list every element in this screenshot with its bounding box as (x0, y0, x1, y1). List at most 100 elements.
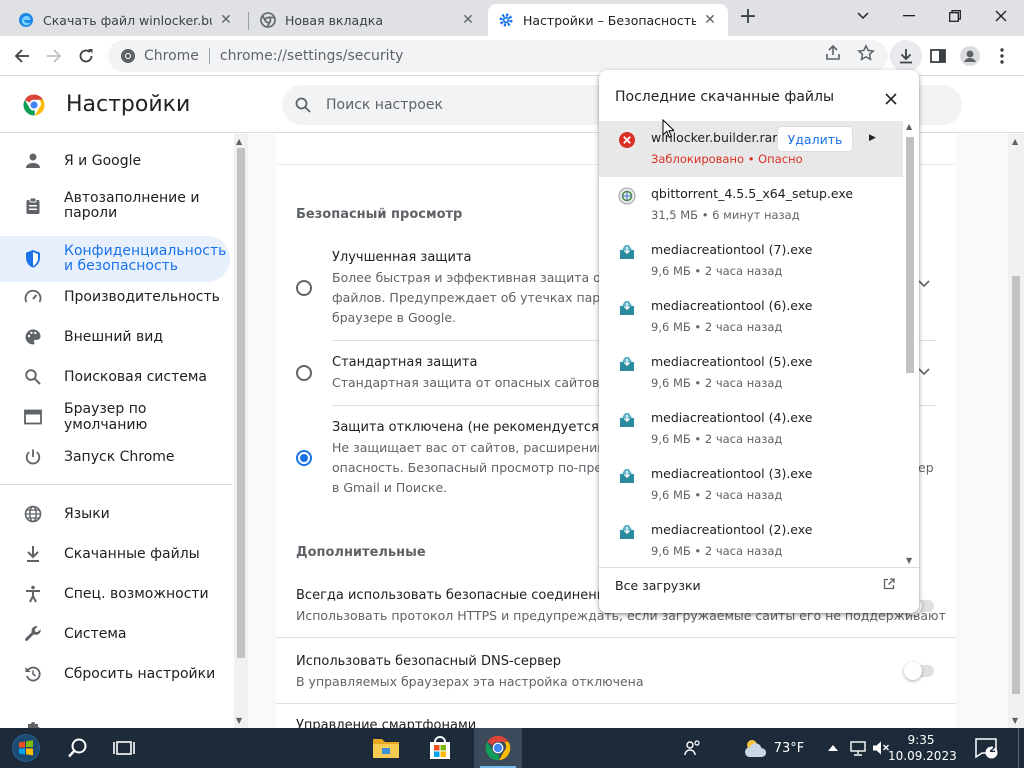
people-icon[interactable] (678, 728, 708, 768)
sidebar-item-label: Запуск Chrome (64, 449, 175, 465)
reset-icon (22, 663, 44, 685)
delete-button[interactable]: Удалить (777, 126, 853, 152)
site-info-chip[interactable]: Chrome (120, 48, 199, 64)
sidebar-item-label: Поисковая система (64, 369, 208, 385)
main-scrollbar[interactable]: ▲ ▼ (1008, 134, 1024, 728)
dns-setting-title: Использовать безопасный DNS-сервер (296, 654, 561, 669)
address-bar[interactable]: Chrome chrome://settings/security (108, 40, 888, 72)
radio-no-protection[interactable] (296, 450, 312, 466)
show-desktop-button[interactable] (1018, 728, 1024, 768)
scroll-up-arrow-icon[interactable]: ▲ (906, 122, 912, 131)
restore-button[interactable] (932, 0, 978, 32)
close-icon[interactable] (881, 89, 901, 109)
submenu-arrow-icon[interactable]: ▶ (869, 133, 876, 143)
download-file-name: mediacreationtool (2).exe (651, 522, 813, 537)
taskbar-search-icon[interactable] (56, 728, 100, 768)
sidebar-item-on-startup[interactable]: Запуск Chrome (0, 444, 230, 470)
microsoft-store-icon[interactable] (416, 728, 464, 768)
download-item[interactable]: mediacreationtool (7).exe 9,6 МБ • 2 час… (599, 233, 903, 289)
start-button[interactable] (0, 728, 52, 768)
scrollbar-thumb[interactable] (906, 137, 914, 373)
side-panel-button[interactable] (922, 40, 954, 72)
weather-widget[interactable]: 73°F (738, 728, 808, 768)
close-icon[interactable]: ✕ (218, 12, 234, 28)
new-tab-button[interactable]: + (735, 6, 761, 30)
download-item[interactable]: mediacreationtool (6).exe 9,6 МБ • 2 час… (599, 289, 903, 345)
sidebar-item-accessibility[interactable]: Спец. возможности (0, 581, 230, 607)
dns-setting-description: В управляемых браузерах эта настройка от… (296, 674, 644, 689)
tab-settings[interactable]: Настройки – Безопасность ✕ (488, 4, 728, 36)
downloads-button[interactable] (890, 40, 922, 72)
sidebar-item-appearance[interactable]: Внешний вид (0, 324, 230, 350)
tray-chevron-up-icon[interactable] (824, 728, 842, 768)
close-icon[interactable]: ✕ (460, 12, 476, 28)
action-center-icon[interactable]: 2 (966, 728, 1006, 768)
download-item[interactable]: mediacreationtool (4).exe 9,6 МБ • 2 час… (599, 401, 903, 457)
sidebar-item-downloads[interactable]: Скачанные файлы (0, 541, 230, 567)
option-description-line: Не защищает вас от сайтов, расширений и … (332, 440, 629, 455)
speedometer-icon (22, 286, 44, 308)
downloads-bubble-title: Последние скачанные файлы (615, 89, 835, 105)
url-text: chrome://settings/security (219, 48, 404, 64)
download-item-blocked[interactable]: winlocker.builder.rar Заблокировано • Оп… (599, 121, 903, 177)
download-item[interactable]: mediacreationtool (5).exe 9,6 МБ • 2 час… (599, 345, 903, 401)
menu-kebab-icon[interactable] (986, 40, 1018, 72)
task-view-icon[interactable] (102, 728, 146, 768)
download-file-name: mediacreationtool (6).exe (651, 298, 813, 313)
sidebar-item-system[interactable]: Система (0, 621, 230, 647)
download-item[interactable]: mediacreationtool (3).exe 9,6 МБ • 2 час… (599, 457, 903, 513)
forward-button[interactable] (38, 40, 70, 72)
close-window-button[interactable] (978, 0, 1024, 32)
dns-toggle[interactable] (904, 662, 934, 680)
minimize-button[interactable] (886, 0, 932, 32)
back-button[interactable] (6, 40, 38, 72)
option-title: Защита отключена (не рекомендуется) (332, 420, 604, 435)
wrench-icon (22, 623, 44, 645)
system-clock[interactable]: 9:35 10.09.2023 (888, 732, 957, 764)
tab-new-tab[interactable]: Новая вкладка ✕ (250, 4, 486, 36)
sidebar-item-extensions[interactable] (0, 718, 230, 728)
advanced-heading: Дополнительные (296, 545, 426, 560)
radio-enhanced-protection[interactable] (296, 280, 312, 296)
tab-download-page[interactable]: Скачать файл winlocker.builder.r ✕ (8, 4, 244, 36)
close-icon[interactable]: ✕ (702, 12, 718, 28)
sidebar-item-performance[interactable]: Производительность (0, 284, 230, 310)
open-in-new-icon[interactable] (883, 578, 895, 590)
file-explorer-icon[interactable] (362, 728, 410, 768)
reload-button[interactable] (70, 40, 102, 72)
scroll-down-arrow-icon[interactable]: ▼ (236, 716, 242, 725)
palette-icon (22, 326, 44, 348)
profile-avatar[interactable] (954, 40, 986, 72)
network-icon[interactable] (846, 728, 870, 768)
download-item[interactable]: mediacreationtool (2).exe 9,6 МБ • 2 час… (599, 513, 903, 566)
expand-chevron-icon[interactable] (918, 368, 930, 376)
sidebar-item-you-and-google[interactable]: Я и Google (0, 148, 230, 174)
all-downloads-link[interactable]: Все загрузки (615, 578, 701, 593)
accessibility-icon (22, 583, 44, 605)
option-description-line: опасность. Безопасный просмотр по-прежне (332, 460, 630, 475)
tab-search-icon[interactable] (840, 0, 886, 32)
sidebar-scrollbar[interactable]: ▲ ▼ (234, 134, 248, 728)
sidebar-item-reset[interactable]: Сбросить настройки (0, 661, 230, 687)
sidebar-item-privacy[interactable]: Конфиденциальность и безопасность (0, 236, 230, 282)
scroll-up-arrow-icon[interactable]: ▲ (1012, 137, 1018, 146)
sidebar-item-search-engine[interactable]: Поисковая система (0, 364, 230, 390)
scroll-down-arrow-icon[interactable]: ▼ (906, 556, 912, 565)
radio-standard-protection[interactable] (296, 365, 312, 381)
sidebar-item-autofill[interactable]: Автозаполнение и пароли (0, 186, 230, 226)
download-item[interactable]: qbittorrent_4.5.5_x64_setup.exe 31,5 МБ … (599, 177, 903, 233)
scroll-up-arrow-icon[interactable]: ▲ (236, 137, 242, 146)
scrollbar-thumb[interactable] (1012, 276, 1020, 694)
scrollbar-thumb[interactable] (237, 148, 245, 658)
weather-temperature: 73°F (773, 740, 805, 756)
downloads-scrollbar[interactable]: ▲ ▼ (903, 121, 917, 566)
share-icon[interactable] (824, 44, 842, 62)
sidebar-item-languages[interactable]: Языки (0, 501, 230, 527)
expand-chevron-icon[interactable] (918, 280, 930, 288)
sidebar-item-default-browser[interactable]: Браузер по умолчанию (0, 401, 230, 433)
scroll-down-arrow-icon[interactable]: ▼ (1012, 716, 1018, 725)
bookmark-star-icon[interactable] (857, 44, 875, 62)
chrome-taskbar-icon[interactable] (474, 728, 522, 768)
sidebar-item-label: Я и Google (64, 153, 142, 169)
notification-count-badge: 2 (989, 744, 996, 755)
